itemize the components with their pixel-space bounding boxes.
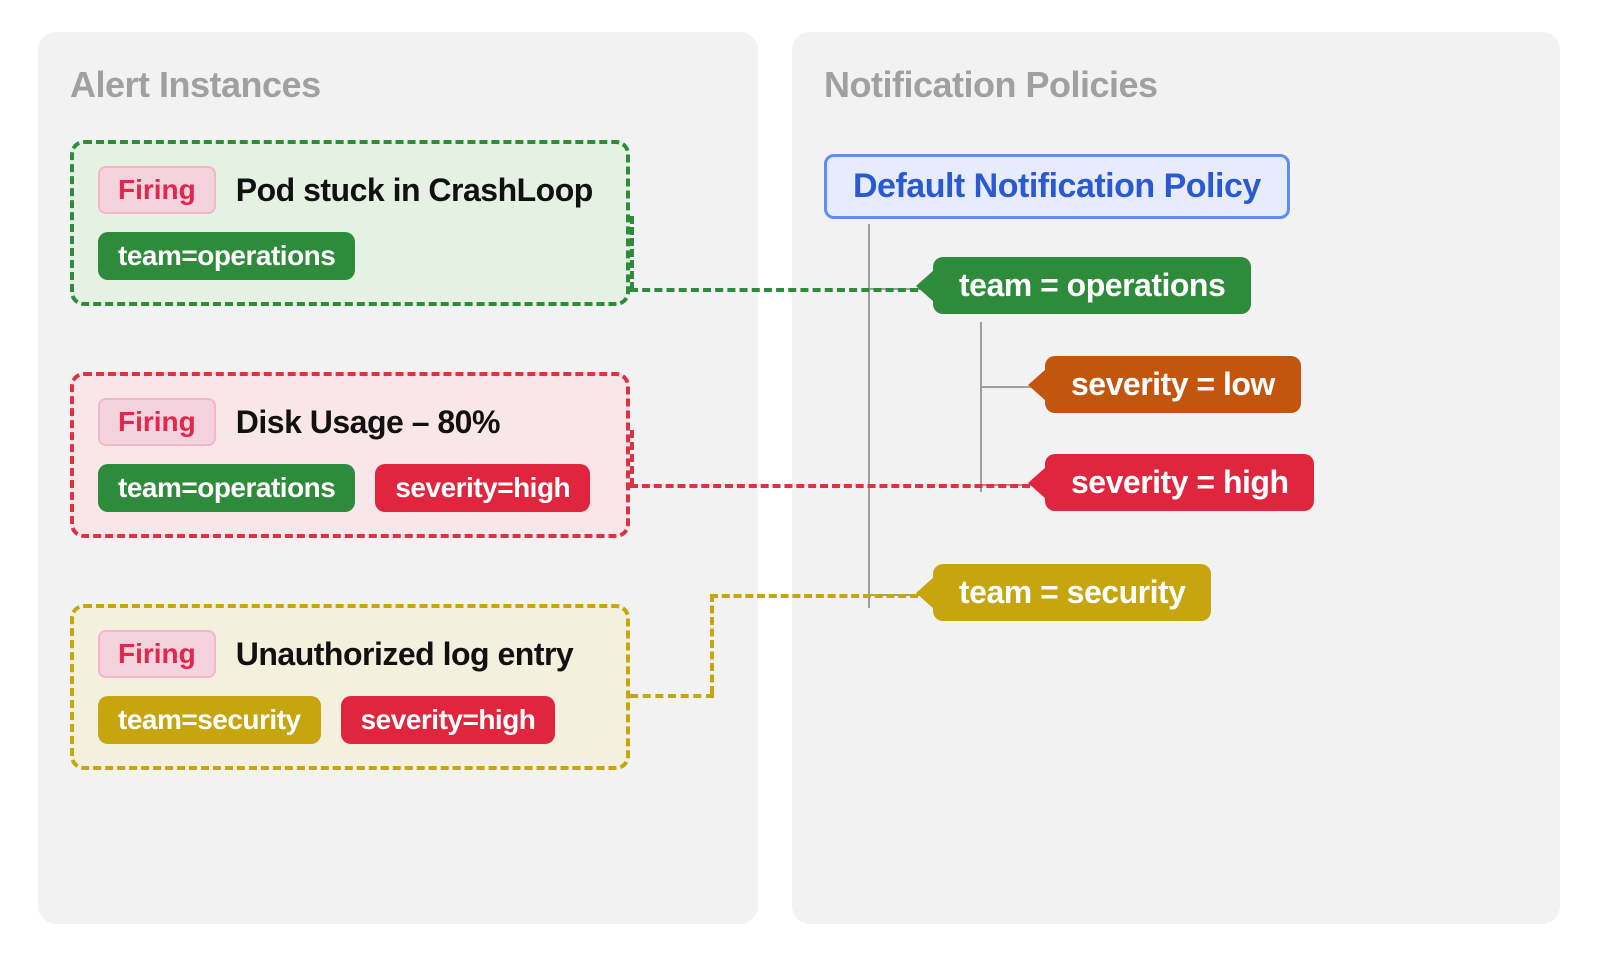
- tree-line: [980, 484, 1034, 486]
- notification-policies-panel: Notification Policies Default Notificati…: [792, 32, 1560, 924]
- notch-icon: [1028, 369, 1046, 401]
- alert-label: severity=high: [341, 696, 556, 744]
- alert-label: team=security: [98, 696, 321, 744]
- tree-line: [868, 288, 922, 290]
- notch-icon: [916, 270, 934, 302]
- policy-label: severity = low: [1045, 356, 1301, 413]
- policy-root: Default Notification Policy: [824, 154, 1290, 219]
- firing-badge: Firing: [98, 630, 216, 678]
- alert-label: team=operations: [98, 232, 355, 280]
- policy-node-security: team = security: [916, 564, 1211, 621]
- notch-icon: [916, 577, 934, 609]
- tree-line: [980, 386, 1034, 388]
- tree-line: [868, 224, 870, 608]
- alert-instances-panel: Alert Instances Firing Pod stuck in Cras…: [38, 32, 758, 924]
- policy-node-severity-low: severity = low: [1028, 356, 1301, 413]
- policy-node-severity-high: severity = high: [1028, 454, 1314, 511]
- alert-title: Disk Usage – 80%: [236, 404, 500, 441]
- alert-label: severity=high: [375, 464, 590, 512]
- policy-node-operations: team = operations: [916, 257, 1251, 314]
- alert-label: team=operations: [98, 464, 355, 512]
- firing-badge: Firing: [98, 398, 216, 446]
- alert-title: Unauthorized log entry: [236, 636, 573, 673]
- firing-badge: Firing: [98, 166, 216, 214]
- policy-label: team = security: [933, 564, 1211, 621]
- alert-title: Pod stuck in CrashLoop: [236, 172, 593, 209]
- notch-icon: [1028, 467, 1046, 499]
- alert-card-red: Firing Disk Usage – 80% team=operations …: [70, 372, 630, 538]
- policy-label: severity = high: [1045, 454, 1314, 511]
- alert-card-green: Firing Pod stuck in CrashLoop team=opera…: [70, 140, 630, 306]
- policy-label: team = operations: [933, 257, 1251, 314]
- alert-card-yellow: Firing Unauthorized log entry team=secur…: [70, 604, 630, 770]
- tree-line: [868, 594, 922, 596]
- panel-title-right: Notification Policies: [824, 64, 1528, 106]
- tree-line: [980, 322, 982, 492]
- panel-title-left: Alert Instances: [70, 64, 726, 106]
